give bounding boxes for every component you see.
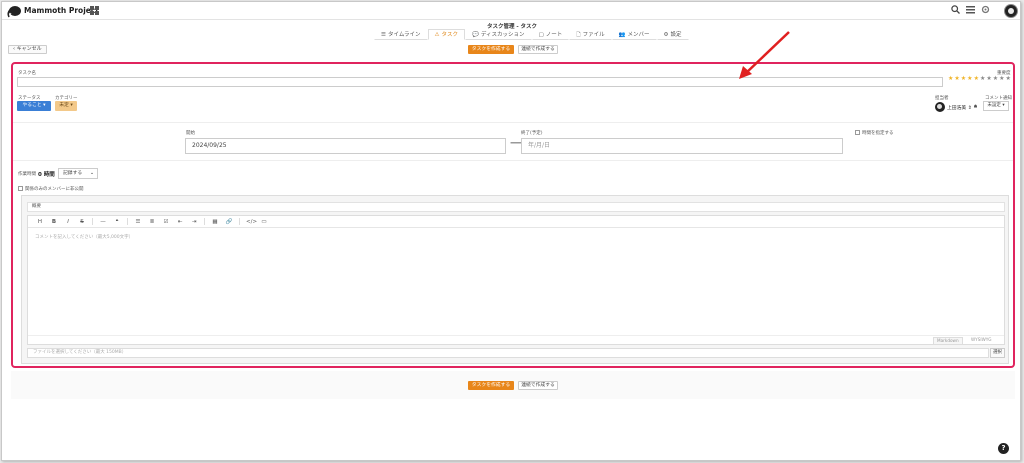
top-header: Mammoth Project [2,2,1020,20]
strikethrough-icon[interactable]: S [78,219,86,225]
indent-icon[interactable]: ⇥ [190,219,198,225]
star-icon[interactable]: ★ [993,76,998,82]
ordered-list-icon[interactable]: ≣ [148,219,156,225]
help-icon[interactable]: ? [998,443,1009,454]
rich-text-editor[interactable]: H B I S — ❝ ☰ ≣ ☑ ⇤ ⇥ ▦ 🔗 </> ▭ コメントを記入し… [27,215,1005,345]
search-icon[interactable] [951,5,960,18]
assignee-label: 担当者 [935,96,949,101]
star-icon[interactable]: ★ [974,76,979,82]
toolbar-divider [204,218,205,225]
editor-mode-bar: Markdown WYSIWYG [28,335,1004,345]
toolbar-divider [92,218,93,225]
quote-icon[interactable]: ❝ [113,219,121,225]
task-name-label: タスク名 [18,71,36,76]
annotation-arrow-icon [739,31,790,79]
assignee-select[interactable]: 上田浩美 ⇕ [947,104,972,111]
work-time-select[interactable]: 記録する ⌄ [58,168,98,179]
task-form-panel: タスク名 重要度 ★ ★ ★ ★ ★ ★ ★ ★ ★ ★ ステータス カテゴリー やること ▾ 未… [11,62,1015,368]
tab-description[interactable]: 概要 [27,202,1005,212]
settings-icon: ⚙ [663,31,669,38]
assignee-avatar [935,102,945,112]
user-avatar[interactable] [1004,4,1018,18]
end-date-label: 終了(予定) [521,131,543,136]
create-task-button-bottom[interactable]: タスクを作成する [468,381,514,390]
chat-icon: 💬 [472,31,479,38]
members-icon: 👥 [618,31,626,38]
importance-rating[interactable]: ★ ★ ★ ★ ★ ★ ★ ★ ★ ★ [948,76,1011,82]
work-time-value: 0 時間 [38,172,55,178]
project-tabs: ☰ タイムライン ⚠ タスク 💬 ディスカッション ▢ ノート 🗋 ファイル 👥 メンバー … [374,29,689,40]
code-block-icon[interactable]: ▭ [260,219,268,225]
tab-settings[interactable]: ⚙ 設定 [656,29,689,40]
outdent-icon[interactable]: ⇤ [176,219,184,225]
category-dropdown[interactable]: 未定 ▾ [55,101,77,111]
create-task-button[interactable]: タスクを作成する [468,45,514,54]
file-icon: 🗋 [576,31,581,38]
star-icon[interactable]: ★ [999,76,1004,82]
bottom-action-area: タスクを作成する 連続で作成する [11,371,1015,399]
star-icon[interactable]: ★ [967,76,972,82]
link-icon[interactable]: 🔗 [225,219,233,225]
end-date-input[interactable]: 年/月/日 [521,138,843,154]
bell-icon [973,104,978,108]
markdown-mode-tab[interactable]: Markdown [933,337,963,345]
status-dropdown[interactable]: やること ▾ [17,101,51,111]
tab-timeline[interactable]: ☰ タイムライン [374,29,428,40]
editor-toolbar: H B I S — ❝ ☰ ≣ ☑ ⇤ ⇥ ▦ 🔗 </> ▭ [28,216,1004,228]
share-label: 関係のみのメンバーに非公開 [25,187,84,192]
cancel-button[interactable]: ‹ キャンセル [8,45,47,54]
chevron-down-icon: ⌄ [89,171,94,176]
tab-members[interactable]: 👥 メンバー [611,29,657,40]
time-specify-checkbox[interactable] [855,130,860,135]
create-continue-button[interactable]: 連続で作成する [518,45,558,54]
star-icon[interactable]: ★ [986,76,991,82]
tab-notes[interactable]: ▢ ノート [531,29,570,40]
star-icon[interactable]: ★ [961,76,966,82]
work-time-label: 作業時間 [18,172,36,177]
description-editor-area: 概要 H B I S — ❝ ☰ ≣ ☑ ⇤ ⇥ ▦ 🔗 </> ▭ コメントを… [21,195,1009,364]
file-select-button[interactable]: 選択 [990,348,1005,358]
toolbar-divider [127,218,128,225]
share-checkbox[interactable] [18,186,23,191]
code-icon[interactable]: </> [246,219,257,225]
file-input[interactable]: ファイルを選択してください（最大 150MB） [27,348,989,358]
bullet-list-icon[interactable]: ☰ [134,219,142,225]
tab-discussion[interactable]: 💬 ディスカッション [465,29,532,40]
note-icon: ▢ [538,31,544,38]
toolbar-divider [239,218,240,225]
divider [13,122,1013,123]
wysiwyg-mode-tab[interactable]: WYSIWYG [968,337,995,343]
notification-dropdown[interactable]: 未設定 ▾ [983,101,1009,111]
timeline-icon: ☰ [381,31,386,38]
horizontal-rule-icon[interactable]: — [99,219,107,225]
star-icon[interactable]: ★ [980,76,985,82]
star-icon[interactable]: ★ [948,76,953,82]
star-icon[interactable]: ★ [1006,76,1011,82]
mammoth-logo-icon[interactable] [6,4,22,18]
app-window: Mammoth Project タスク管理 - タスク ☰ タイムライン ⚠ タスク… [1,1,1021,461]
gear-icon[interactable] [981,5,990,18]
tab-tasks[interactable]: ⚠ タスク [427,29,466,40]
task-name-input[interactable] [17,77,943,87]
app-grid-icon[interactable] [90,6,99,15]
star-icon[interactable]: ★ [954,76,959,82]
editor-placeholder: コメントを記入してください（最大5,000文字） [35,235,134,240]
italic-icon[interactable]: I [64,219,72,225]
start-date-input[interactable]: 2024/09/25 [185,138,506,154]
tab-files[interactable]: 🗋 ファイル [569,29,612,40]
heading-icon[interactable]: H [36,219,44,225]
warning-icon: ⚠ [434,31,440,38]
brand-name[interactable]: Mammoth Project [24,6,99,15]
task-list-icon[interactable]: ☑ [162,219,170,225]
start-date-label: 開始 [186,131,195,136]
table-icon[interactable]: ▦ [211,219,219,225]
list-icon[interactable] [966,5,975,18]
bold-icon[interactable]: B [50,219,58,225]
divider [13,160,1013,161]
time-specify-label: 時間を指定する [862,131,894,136]
create-continue-button-bottom[interactable]: 連続で作成する [518,381,558,390]
